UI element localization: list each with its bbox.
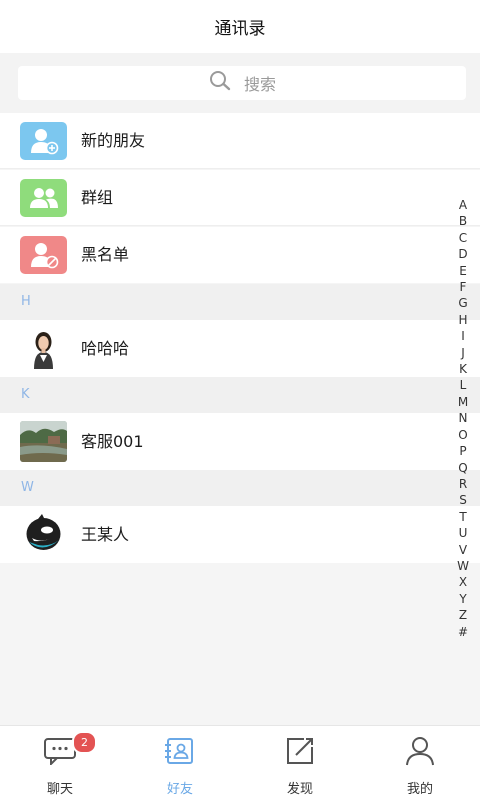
index-letter[interactable]: R [459,476,467,492]
group-icon [20,179,67,217]
section-header-w: W [0,470,480,506]
contact-avatar [20,328,67,369]
index-letter[interactable]: E [459,263,467,279]
index-letter[interactable]: M [458,394,468,410]
index-letter[interactable]: Y [459,591,466,607]
index-letter[interactable]: N [459,410,468,426]
tab-discover-label: 发现 [286,782,313,797]
contacts-icon [162,736,198,766]
add-friend-icon [20,122,67,160]
index-letter[interactable]: T [459,509,466,525]
tab-contacts[interactable]: 好友 [120,726,240,800]
discover-icon [282,736,318,766]
blacklist-entry[interactable]: 黑名单 [0,227,480,283]
tab-chat-label: 聊天 [46,782,73,797]
tab-profile[interactable]: 我的 [360,726,480,800]
tab-contacts-label: 好友 [166,782,193,797]
search-placeholder: 搜索 [243,75,276,94]
tab-profile-label: 我的 [406,782,433,797]
bottom-tab-bar: 2 聊天 好友 发现 我的 [0,725,480,800]
index-letter[interactable]: F [460,279,467,295]
index-letter[interactable]: H [458,312,467,328]
index-letter[interactable]: L [460,377,467,393]
new-friends-entry[interactable]: 新的朋友 [0,113,480,169]
index-letter[interactable]: W [457,558,469,574]
contact-name: 哈哈哈 [81,339,130,358]
index-letter[interactable]: C [459,230,467,246]
search-input[interactable]: 搜索 [18,66,466,100]
alphabet-index[interactable]: A B C D E F G H I J K L M N O P Q R S T … [452,197,474,640]
index-letter[interactable]: P [459,443,466,459]
page-title: 通讯录 [214,19,266,39]
blacklist-label: 黑名单 [81,245,130,264]
index-letter[interactable]: Q [458,460,467,476]
index-letter[interactable]: V [459,542,467,558]
contact-row[interactable]: 客服001 [0,413,480,470]
contact-row[interactable]: 哈哈哈 [0,320,480,377]
contact-name: 王某人 [81,525,130,544]
tab-chat[interactable]: 2 聊天 [0,726,120,800]
section-header-k: K [0,377,480,413]
contact-row[interactable]: 王某人 [0,506,480,563]
index-letter[interactable]: X [459,574,467,590]
index-letter[interactable]: O [458,427,467,443]
contact-avatar [20,514,67,555]
index-letter[interactable]: J [461,345,465,361]
index-letter[interactable]: U [459,525,468,541]
index-letter[interactable]: S [459,492,467,508]
new-friends-label: 新的朋友 [81,131,146,150]
blacklist-icon [20,236,67,274]
contact-avatar [20,421,67,462]
top-bar: 通讯录 [0,0,480,53]
groups-label: 群组 [81,188,114,207]
section-header-h: H [0,284,480,320]
search-area: 搜索 [0,53,480,113]
index-letter[interactable]: B [459,213,467,229]
groups-entry[interactable]: 群组 [0,170,480,226]
index-letter[interactable]: K [459,361,467,377]
tab-discover[interactable]: 发现 [240,726,360,800]
index-letter[interactable]: I [461,328,465,344]
index-letter[interactable]: Z [459,607,467,623]
search-icon [208,70,232,96]
index-letter[interactable]: A [459,197,467,213]
index-letter[interactable]: G [458,295,467,311]
contact-name: 客服001 [81,432,144,451]
unread-badge: 2 [72,731,97,754]
index-letter[interactable]: D [458,246,467,262]
profile-icon [402,736,438,766]
index-letter[interactable]: # [458,624,468,640]
